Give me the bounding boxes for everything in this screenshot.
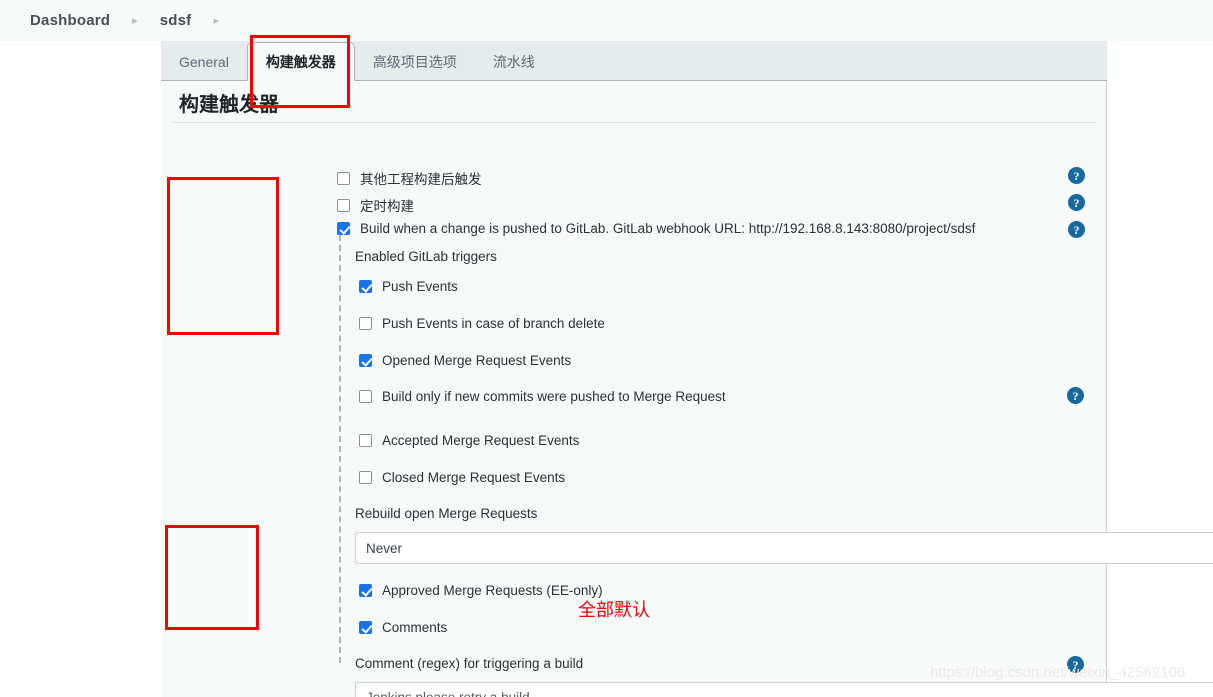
checkbox-push-events[interactable]: [359, 280, 372, 293]
checkbox-row-gitlab-push[interactable]: Build when a change is pushed to GitLab.…: [337, 221, 975, 236]
label-build-only-new-commits: Build only if new commits were pushed to…: [382, 389, 726, 404]
checkbox-gitlab-push[interactable]: [337, 222, 350, 235]
label-approved-mr: Approved Merge Requests (EE-only): [382, 583, 603, 598]
checkbox-build-periodically[interactable]: [337, 198, 350, 212]
checkbox-approved-mr[interactable]: [359, 584, 372, 597]
input-comment-regex-value: Jenkins please retry a build: [366, 690, 530, 697]
title-divider: [172, 122, 1096, 123]
label-comments: Comments: [382, 620, 448, 635]
help-icon-trigger-other-projects[interactable]: ?: [1068, 167, 1085, 184]
checkbox-row-push-events-branch-delete[interactable]: Push Events in case of branch delete: [359, 316, 605, 331]
checkbox-row-comments[interactable]: Comments: [359, 620, 447, 635]
tab-advanced-project-options[interactable]: 高级项目选项: [355, 43, 475, 81]
label-row-rebuild-open-mr: Rebuild open Merge Requests: [355, 506, 537, 521]
watermark: https://blog.csdn.net/weixin_42562106: [930, 664, 1186, 681]
breadcrumb-separator-icon: ▸: [132, 15, 138, 27]
annotation-box-tab: [250, 35, 350, 108]
help-icon-gitlab-push[interactable]: ?: [1068, 221, 1085, 238]
label-enabled-gitlab-triggers: Enabled GitLab triggers: [355, 249, 497, 264]
label-push-events: Push Events: [382, 279, 458, 294]
label-push-events-branch-delete: Push Events in case of branch delete: [382, 316, 605, 331]
checkbox-build-only-new-commits[interactable]: [359, 390, 372, 403]
label-rebuild-open-merge-requests: Rebuild open Merge Requests: [355, 506, 538, 521]
checkbox-row-build-only-new-commits[interactable]: Build only if new commits were pushed to…: [359, 389, 726, 404]
annotation-note: 全部默认: [578, 600, 650, 621]
input-comment-regex[interactable]: Jenkins please retry a build: [355, 682, 1213, 697]
nested-group-guide: [339, 235, 341, 663]
checkbox-accepted-mr-events[interactable]: [359, 434, 372, 447]
label-gitlab-push: Build when a change is pushed to GitLab.…: [360, 221, 976, 236]
screen-root: Dashboard ▸ sdsf ▸ General 构建触发器 高级项目选项 …: [0, 0, 1213, 697]
tab-general[interactable]: General: [161, 43, 247, 81]
checkbox-row-closed-mr-events[interactable]: Closed Merge Request Events: [359, 470, 565, 485]
help-icon-build-periodically[interactable]: ?: [1068, 194, 1085, 211]
checkbox-opened-mr-events[interactable]: [359, 354, 372, 367]
label-accepted-mr-events: Accepted Merge Request Events: [382, 433, 580, 448]
checkbox-closed-mr-events[interactable]: [359, 471, 372, 484]
tab-pipeline[interactable]: 流水线: [475, 43, 553, 81]
label-row-comment-regex: Comment (regex) for triggering a build: [355, 656, 583, 671]
checkbox-row-trigger-other-projects[interactable]: 其他工程构建后触发: [337, 168, 482, 188]
right-gutter: [1108, 41, 1213, 697]
checkbox-row-approved-mr[interactable]: Approved Merge Requests (EE-only): [359, 583, 603, 598]
select-rebuild-open-mr-value: Never: [366, 540, 403, 556]
help-icon-build-only-new-commits[interactable]: ?: [1067, 387, 1084, 404]
checkbox-row-accepted-mr-events[interactable]: Accepted Merge Request Events: [359, 433, 579, 448]
label-build-periodically: 定时构建: [360, 199, 414, 214]
checkbox-push-events-branch-delete[interactable]: [359, 317, 372, 330]
label-trigger-other-projects: 其他工程构建后触发: [360, 172, 482, 187]
checkbox-row-build-periodically[interactable]: 定时构建: [337, 195, 414, 215]
annotation-box-approved-comments: [165, 525, 259, 630]
label-comment-regex: Comment (regex) for triggering a build: [355, 656, 584, 671]
select-rebuild-open-mr[interactable]: Never: [355, 532, 1213, 564]
breadcrumb-item-sdsf[interactable]: sdsf: [160, 12, 192, 29]
breadcrumb-separator-icon-2[interactable]: ▸: [213, 16, 219, 27]
annotation-box-gitlab-triggers: [167, 177, 279, 335]
checkbox-comments[interactable]: [359, 621, 372, 634]
label-row-enabled-triggers: Enabled GitLab triggers: [355, 249, 497, 264]
breadcrumb-item-dashboard[interactable]: Dashboard: [30, 12, 110, 29]
left-gutter: [0, 41, 161, 697]
label-opened-mr-events: Opened Merge Request Events: [382, 353, 572, 368]
checkbox-row-opened-mr-events[interactable]: Opened Merge Request Events: [359, 353, 571, 368]
checkbox-row-push-events[interactable]: Push Events: [359, 279, 458, 294]
label-closed-mr-events: Closed Merge Request Events: [382, 470, 566, 485]
checkbox-trigger-other-projects[interactable]: [337, 171, 350, 185]
breadcrumb: Dashboard ▸ sdsf ▸: [0, 0, 1213, 41]
